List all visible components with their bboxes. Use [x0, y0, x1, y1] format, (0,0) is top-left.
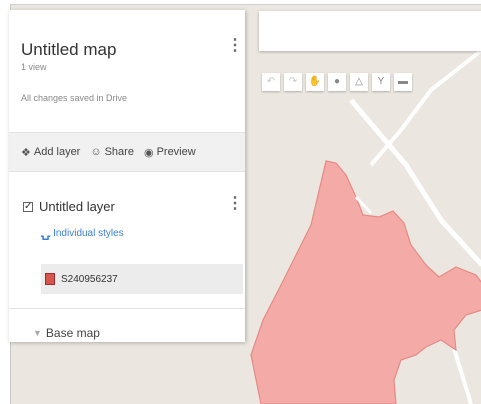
base-map-toggle[interactable]: ▼ Base map — [33, 326, 100, 340]
view-count: 1 view — [21, 62, 47, 72]
add-layer-icon: ❖ — [21, 146, 31, 159]
base-map-label: Base map — [45, 326, 100, 340]
layers-panel: Untitled map 1 view All changes saved in… — [9, 10, 245, 342]
map-toolbar: ↶ ↷ ✋ ● △ Y ▬ — [262, 73, 412, 93]
map-actions: ❖ Add layer ☺ Share ◉ Preview — [9, 132, 245, 172]
undo-icon[interactable]: ↶ — [262, 73, 280, 91]
chevron-down-icon: ▼ — [33, 328, 42, 338]
share-label: Share — [104, 146, 134, 158]
share-icon: ☺ — [90, 146, 102, 158]
preview-button[interactable]: ◉ Preview — [144, 146, 196, 159]
map-polygon[interactable] — [250, 160, 481, 404]
road-upper — [369, 48, 481, 167]
preview-label: Preview — [156, 146, 196, 158]
preview-icon: ◉ — [143, 146, 154, 159]
individual-styles-label: Individual styles — [53, 227, 124, 239]
layer-options-icon[interactable]: ⋮ — [227, 196, 243, 212]
divider — [9, 308, 245, 309]
marker-icon[interactable]: ● — [328, 73, 346, 91]
layer-visibility-checkbox[interactable]: ✓ — [23, 202, 33, 212]
feature-label: S240956237 — [61, 273, 118, 285]
polygon-feature-icon — [45, 273, 55, 285]
hand-icon[interactable]: ✋ — [306, 73, 324, 91]
share-button[interactable]: ☺ Share — [90, 146, 134, 158]
ruler-icon[interactable]: ▬ — [394, 73, 412, 91]
individual-styles-link[interactable]: ⍽ Individual styles — [41, 226, 124, 240]
draw-line-icon[interactable]: △ — [350, 73, 368, 91]
redo-icon[interactable]: ↷ — [284, 73, 302, 91]
save-status: All changes saved in Drive — [21, 93, 128, 103]
paint-roller-icon: ⍽ — [41, 226, 51, 240]
feature-item[interactable]: S240956237 — [41, 264, 243, 294]
map-options-icon[interactable]: ⋮ — [227, 38, 243, 54]
search-box[interactable] — [259, 11, 481, 51]
add-layer-label: Add layer — [33, 146, 81, 158]
layer-title[interactable]: Untitled layer — [39, 199, 115, 214]
add-layer-button[interactable]: ❖ Add layer — [21, 146, 80, 159]
route-icon[interactable]: Y — [372, 73, 390, 91]
map-title[interactable]: Untitled map — [21, 40, 116, 60]
